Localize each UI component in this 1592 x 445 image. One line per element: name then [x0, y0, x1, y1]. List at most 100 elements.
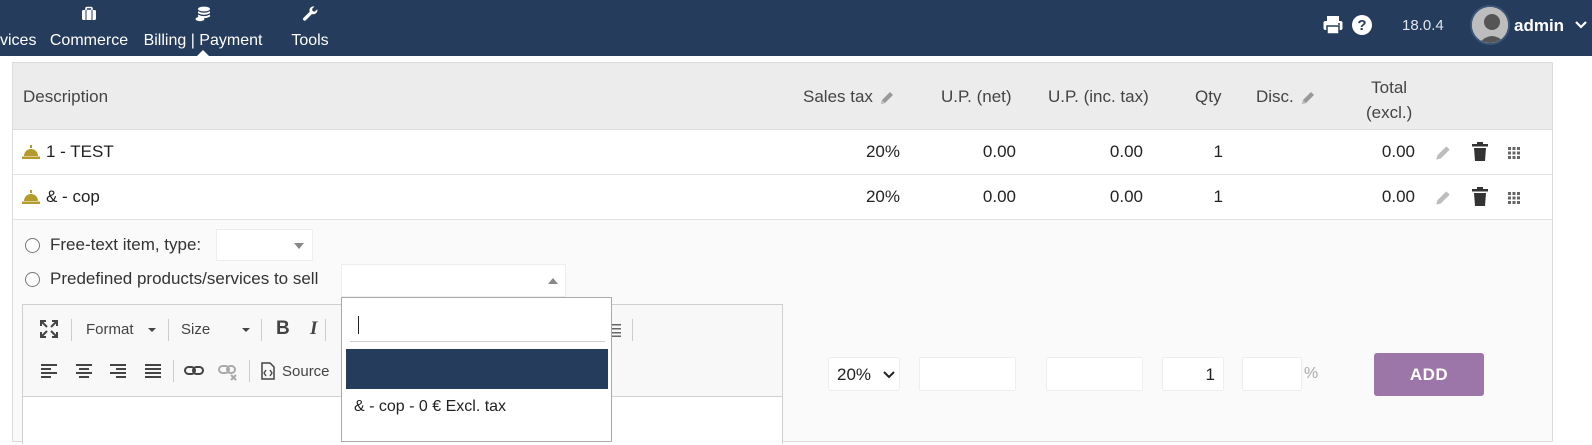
column-header-discount: Disc.: [1256, 87, 1317, 107]
table-header: Description Sales tax U.P. (net) U.P. (i…: [13, 63, 1552, 130]
line-qty: 1: [1213, 142, 1223, 161]
free-text-type-select[interactable]: [216, 229, 313, 261]
chevron-down-icon: [242, 328, 250, 332]
top-navigation-bar: vices Commerce Billing | Payment Tools ?…: [0, 0, 1592, 56]
chevron-up-icon: [548, 278, 558, 284]
nav-item-commerce[interactable]: Commerce: [46, 0, 132, 56]
coins-icon: [195, 6, 210, 22]
column-header-description: Description: [23, 87, 109, 106]
trash-icon[interactable]: [1471, 142, 1489, 162]
chevron-down-icon: [883, 371, 895, 379]
toolbar-separator: [71, 319, 72, 341]
edit-pencil-icon[interactable]: [1299, 89, 1317, 107]
align-center-icon[interactable]: [75, 363, 93, 379]
toolbar-separator: [325, 319, 326, 341]
product-dropdown-list: & - cop - 0 € Excl. tax: [341, 297, 612, 442]
avatar[interactable]: [1470, 5, 1510, 45]
discount-input[interactable]: [1242, 357, 1302, 391]
line-description: 1 - TEST: [46, 142, 114, 161]
help-icon[interactable]: ?: [1351, 14, 1373, 36]
add-line-button[interactable]: ADD: [1374, 353, 1484, 396]
nav-item-label: Tools: [291, 32, 329, 49]
user-avatar-icon: [1472, 7, 1508, 43]
chevron-down-icon: [148, 328, 156, 332]
bold-button[interactable]: B: [276, 318, 290, 340]
edit-pencil-icon[interactable]: [878, 89, 896, 107]
free-text-radio[interactable]: [25, 238, 40, 253]
nav-item-tools[interactable]: Tools: [280, 0, 340, 56]
vat-rate-value: 20%: [837, 365, 872, 384]
highlighted-option[interactable]: [346, 349, 608, 389]
predefined-product-select[interactable]: [341, 264, 566, 297]
column-header-unit-price-inc-tax: U.P. (inc. tax): [1048, 87, 1149, 106]
wrench-icon: [303, 6, 318, 21]
qty-value: 1: [1205, 365, 1215, 384]
service-bell-icon: [22, 190, 40, 204]
unit-price-inc-tax-input[interactable]: [1046, 357, 1143, 391]
line-unit-price-inc-tax: 0.00: [1109, 187, 1143, 206]
line-sales-tax: 20%: [865, 187, 900, 206]
align-left-icon[interactable]: [40, 363, 58, 379]
line-qty: 1: [1213, 187, 1223, 206]
line-unit-price-net: 0.00: [982, 187, 1016, 206]
briefcase-icon: [82, 6, 96, 20]
column-header-label: Total: [1371, 78, 1408, 97]
italic-button[interactable]: I: [310, 318, 317, 340]
line-sales-tax: 20%: [865, 142, 900, 161]
link-icon[interactable]: [184, 363, 204, 379]
table-row[interactable]: & - cop 20% 0.00 0.00 1 0.00: [13, 175, 1552, 220]
justify-icon[interactable]: [144, 363, 162, 379]
edit-pencil-icon[interactable]: [1433, 143, 1453, 163]
table-row[interactable]: 1 - TEST 20% 0.00 0.00 1 0.00: [13, 130, 1552, 175]
printer-icon[interactable]: [1322, 14, 1344, 36]
nav-item-label: Commerce: [49, 32, 129, 49]
column-header-label: (excl.): [1366, 103, 1413, 122]
text-cursor: [358, 316, 359, 334]
chevron-down-icon[interactable]: [1574, 18, 1588, 32]
drag-handle-icon[interactable]: [1507, 146, 1521, 160]
active-tab-indicator: [197, 50, 209, 56]
format-dropdown[interactable]: Format: [86, 321, 134, 338]
version-label: 18.0.4: [1402, 17, 1444, 34]
source-code-icon[interactable]: [260, 362, 276, 380]
predefined-product-radio[interactable]: [25, 272, 40, 287]
line-description: & - cop: [46, 187, 100, 206]
column-header-sales-tax: Sales tax: [803, 87, 896, 107]
service-bell-icon: [22, 145, 40, 159]
unit-price-net-input[interactable]: [919, 357, 1016, 391]
line-total: 0.00: [1381, 187, 1415, 206]
qty-input[interactable]: 1: [1162, 357, 1224, 391]
align-right-icon[interactable]: [109, 363, 127, 379]
drag-handle-icon[interactable]: [1507, 191, 1521, 205]
toolbar-separator: [249, 360, 250, 382]
nav-item-services[interactable]: vices: [0, 0, 38, 56]
unlink-icon[interactable]: [218, 363, 238, 381]
maximize-icon[interactable]: [39, 319, 59, 339]
nav-item-label: vices: [0, 32, 37, 49]
vat-rate-select[interactable]: 20%: [828, 357, 900, 391]
nav-item-billing-payment[interactable]: Billing | Payment: [140, 0, 266, 56]
line-total: 0.00: [1381, 142, 1415, 161]
predefined-product-label: Predefined products/services to sell: [50, 269, 319, 288]
line-unit-price-inc-tax: 0.00: [1109, 142, 1143, 161]
source-button[interactable]: Source: [282, 363, 330, 380]
toolbar-separator: [168, 319, 169, 341]
format-label: Format: [86, 321, 134, 338]
svg-text:?: ?: [1357, 17, 1366, 34]
trash-icon[interactable]: [1471, 187, 1489, 207]
product-search-input[interactable]: [350, 308, 605, 342]
size-label: Size: [181, 321, 211, 338]
nav-item-label: Billing | Payment: [143, 32, 263, 49]
toolbar-separator: [173, 360, 174, 382]
line-unit-price-net: 0.00: [982, 142, 1016, 161]
column-header-unit-price-net: U.P. (net): [941, 87, 1012, 106]
toolbar-separator: [261, 319, 262, 341]
edit-pencil-icon[interactable]: [1433, 188, 1453, 208]
username-label[interactable]: admin: [1514, 16, 1564, 36]
product-option[interactable]: & - cop - 0 € Excl. tax: [354, 398, 506, 416]
column-header-total: Total (excl.): [1366, 75, 1412, 125]
percent-suffix: %: [1304, 365, 1319, 382]
size-dropdown[interactable]: Size: [181, 321, 210, 338]
free-text-label: Free-text item, type:: [50, 235, 202, 254]
toolbar-separator: [632, 319, 633, 341]
